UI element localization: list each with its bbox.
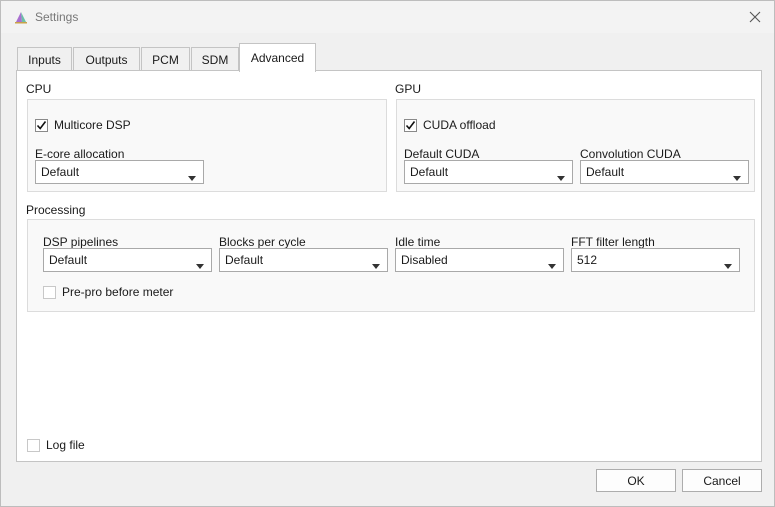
checkmark-icon (36, 120, 47, 130)
cpu-section-title: CPU (26, 82, 52, 96)
tab-label: SDM (201, 53, 229, 67)
tab-advanced[interactable]: Advanced (239, 43, 316, 72)
convolution-cuda-label: Convolution CUDA (580, 147, 681, 161)
cpu-group: Multicore DSP E-core allocation Default (27, 99, 387, 192)
tab-label: PCM (152, 53, 179, 67)
tab-pcm[interactable]: PCM (141, 47, 190, 72)
cuda-offload-label: CUDA offload (423, 118, 496, 132)
log-file-checkbox[interactable]: Log file (27, 437, 85, 453)
fft-filter-length-label: FFT filter length (571, 235, 655, 249)
chevron-down-icon (557, 170, 565, 184)
window-title: Settings (35, 10, 79, 24)
chevron-down-icon (188, 170, 196, 184)
select-value: Disabled (401, 253, 448, 267)
chevron-down-icon (724, 258, 732, 272)
cancel-button[interactable]: Cancel (682, 469, 762, 492)
pre-pro-before-meter-checkbox[interactable]: Pre-pro before meter (43, 284, 173, 300)
gpu-group: CUDA offload Default CUDA Default Convol… (396, 99, 755, 192)
cuda-offload-checkbox[interactable]: CUDA offload (404, 117, 496, 133)
select-value: Default (41, 165, 80, 179)
close-icon[interactable] (744, 6, 766, 28)
ecore-allocation-select[interactable]: Default (35, 160, 204, 184)
tab-label: Inputs (28, 53, 61, 67)
blocks-per-cycle-select[interactable]: Default (219, 248, 388, 272)
blocks-per-cycle-label: Blocks per cycle (219, 235, 306, 249)
select-value: Default (410, 165, 449, 179)
dsp-pipelines-label: DSP pipelines (43, 235, 119, 249)
chevron-down-icon (548, 258, 556, 272)
select-value: Default (225, 253, 264, 267)
select-value: 512 (577, 253, 598, 267)
title-bar: Settings (1, 1, 774, 33)
tab-outputs[interactable]: Outputs (73, 47, 140, 72)
convolution-cuda-select[interactable]: Default (580, 160, 749, 184)
fft-filter-length-select[interactable]: 512 (571, 248, 740, 272)
checkmark-icon (405, 120, 416, 130)
tab-inputs[interactable]: Inputs (17, 47, 72, 72)
dsp-pipelines-select[interactable]: Default (43, 248, 212, 272)
checkbox-box[interactable] (404, 118, 417, 132)
idle-time-label: Idle time (395, 235, 441, 249)
gpu-section-title: GPU (395, 82, 422, 96)
ecore-allocation-label: E-core allocation (35, 147, 125, 161)
log-file-label: Log file (46, 438, 85, 452)
checkbox-box[interactable] (35, 118, 48, 132)
pre-pro-before-meter-label: Pre-pro before meter (62, 285, 174, 299)
app-logo-icon (13, 9, 29, 25)
chevron-down-icon (733, 170, 741, 184)
checkbox-box[interactable] (27, 438, 40, 452)
tab-sdm[interactable]: SDM (191, 47, 239, 72)
tab-label: Outputs (85, 53, 128, 67)
processing-group: DSP pipelines Default Blocks per cycle D… (27, 219, 755, 312)
default-cuda-select[interactable]: Default (404, 160, 573, 184)
multicore-dsp-checkbox[interactable]: Multicore DSP (35, 117, 131, 133)
processing-section-title: Processing (26, 203, 86, 217)
advanced-panel: CPU Multicore DSP E-core allocation Defa… (16, 70, 762, 462)
checkbox-box[interactable] (43, 285, 56, 299)
settings-window: Settings Inputs Outputs PCM SDM Advanced… (0, 0, 775, 507)
default-cuda-label: Default CUDA (404, 147, 480, 161)
chevron-down-icon (196, 258, 204, 272)
select-value: Default (49, 253, 88, 267)
tab-label: Advanced (250, 51, 305, 65)
idle-time-select[interactable]: Disabled (395, 248, 564, 272)
multicore-dsp-label: Multicore DSP (54, 118, 131, 132)
chevron-down-icon (372, 258, 380, 272)
ok-button[interactable]: OK (596, 469, 676, 492)
select-value: Default (586, 165, 625, 179)
